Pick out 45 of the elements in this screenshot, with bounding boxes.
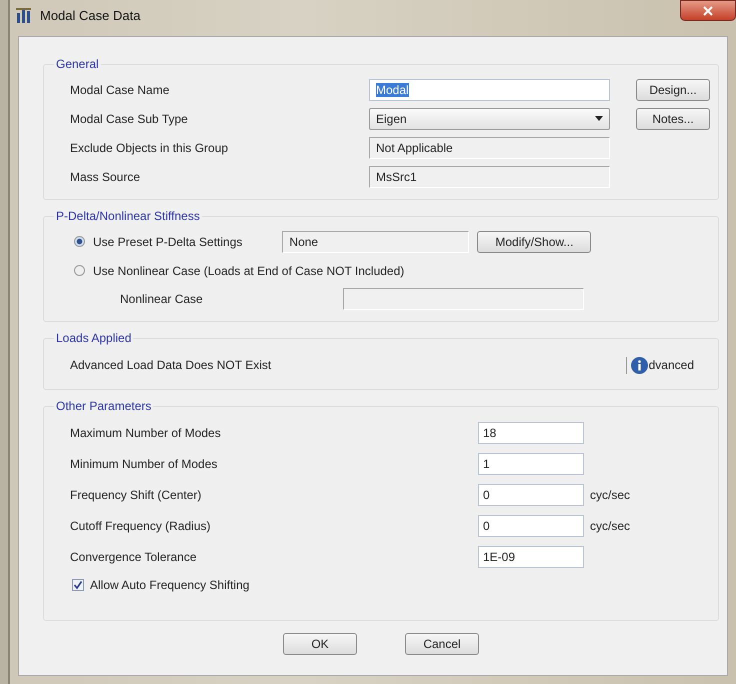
radio-label: Use Preset P-Delta Settings (93, 234, 242, 248)
group-title: General (55, 57, 100, 71)
checkbox-label: Allow Auto Frequency Shifting (90, 578, 250, 592)
number-field[interactable]: 18 (478, 422, 584, 444)
number-field[interactable]: 1 (478, 452, 584, 474)
number-field[interactable]: 1E-09 (478, 546, 584, 568)
field-label: Minimum Number of Modes (70, 456, 218, 470)
group-title: Other Parameters (55, 399, 152, 413)
field-label: Mass Source (70, 170, 142, 184)
dialog-button[interactable]: Design... (636, 78, 710, 100)
field-label: Convergence Tolerance (70, 550, 198, 564)
window-title: Modal Case Data (40, 8, 140, 22)
checkbox[interactable] (72, 579, 84, 591)
radio-button[interactable] (74, 236, 85, 247)
field-label: Maximum Number of Modes (70, 426, 222, 440)
advanced-button[interactable]: dvanced (626, 356, 694, 374)
field-label: Cutoff Frequency (Radius) (70, 518, 212, 532)
dialog-button[interactable]: OK (283, 633, 357, 655)
field-label: Modal Case Name (70, 82, 170, 96)
field-label: Exclude Objects in this Group (70, 140, 230, 154)
dialog-button[interactable]: Cancel (405, 633, 479, 655)
unit-label: cyc/sec (589, 518, 632, 532)
field-label: Frequency Shift (Center) (70, 488, 202, 502)
info-icon (630, 356, 648, 374)
name-field[interactable]: Modal (369, 78, 610, 100)
group-title: Loads Applied (55, 331, 132, 345)
status-text: Advanced Load Data Does NOT Exist (70, 358, 272, 372)
caret-icon (595, 116, 603, 121)
dropdown[interactable]: Eigen (369, 108, 610, 130)
app-icon (16, 7, 34, 23)
radio-button[interactable] (74, 265, 85, 276)
readonly-field: None (282, 230, 470, 252)
modify-button[interactable]: Modify/Show... (477, 230, 592, 252)
close-icon (702, 6, 714, 16)
field-label: Modal Case Sub Type (70, 112, 189, 126)
readonly-field: Not Applicable (369, 136, 610, 158)
unit-label: cyc/sec (589, 488, 632, 502)
readonly-field: MsSrc1 (369, 166, 610, 188)
number-field[interactable]: 0 (478, 514, 584, 536)
radio-label: Use Nonlinear Case (Loads at End of Case NOT Included) (93, 264, 404, 278)
group-title: P-Delta/Nonlinear Stiffness (55, 209, 201, 223)
close-button[interactable] (680, 0, 736, 21)
dialog-button[interactable]: Notes... (636, 108, 710, 130)
number-field[interactable]: 0 (478, 484, 584, 506)
field-label: Nonlinear Case (119, 292, 204, 306)
